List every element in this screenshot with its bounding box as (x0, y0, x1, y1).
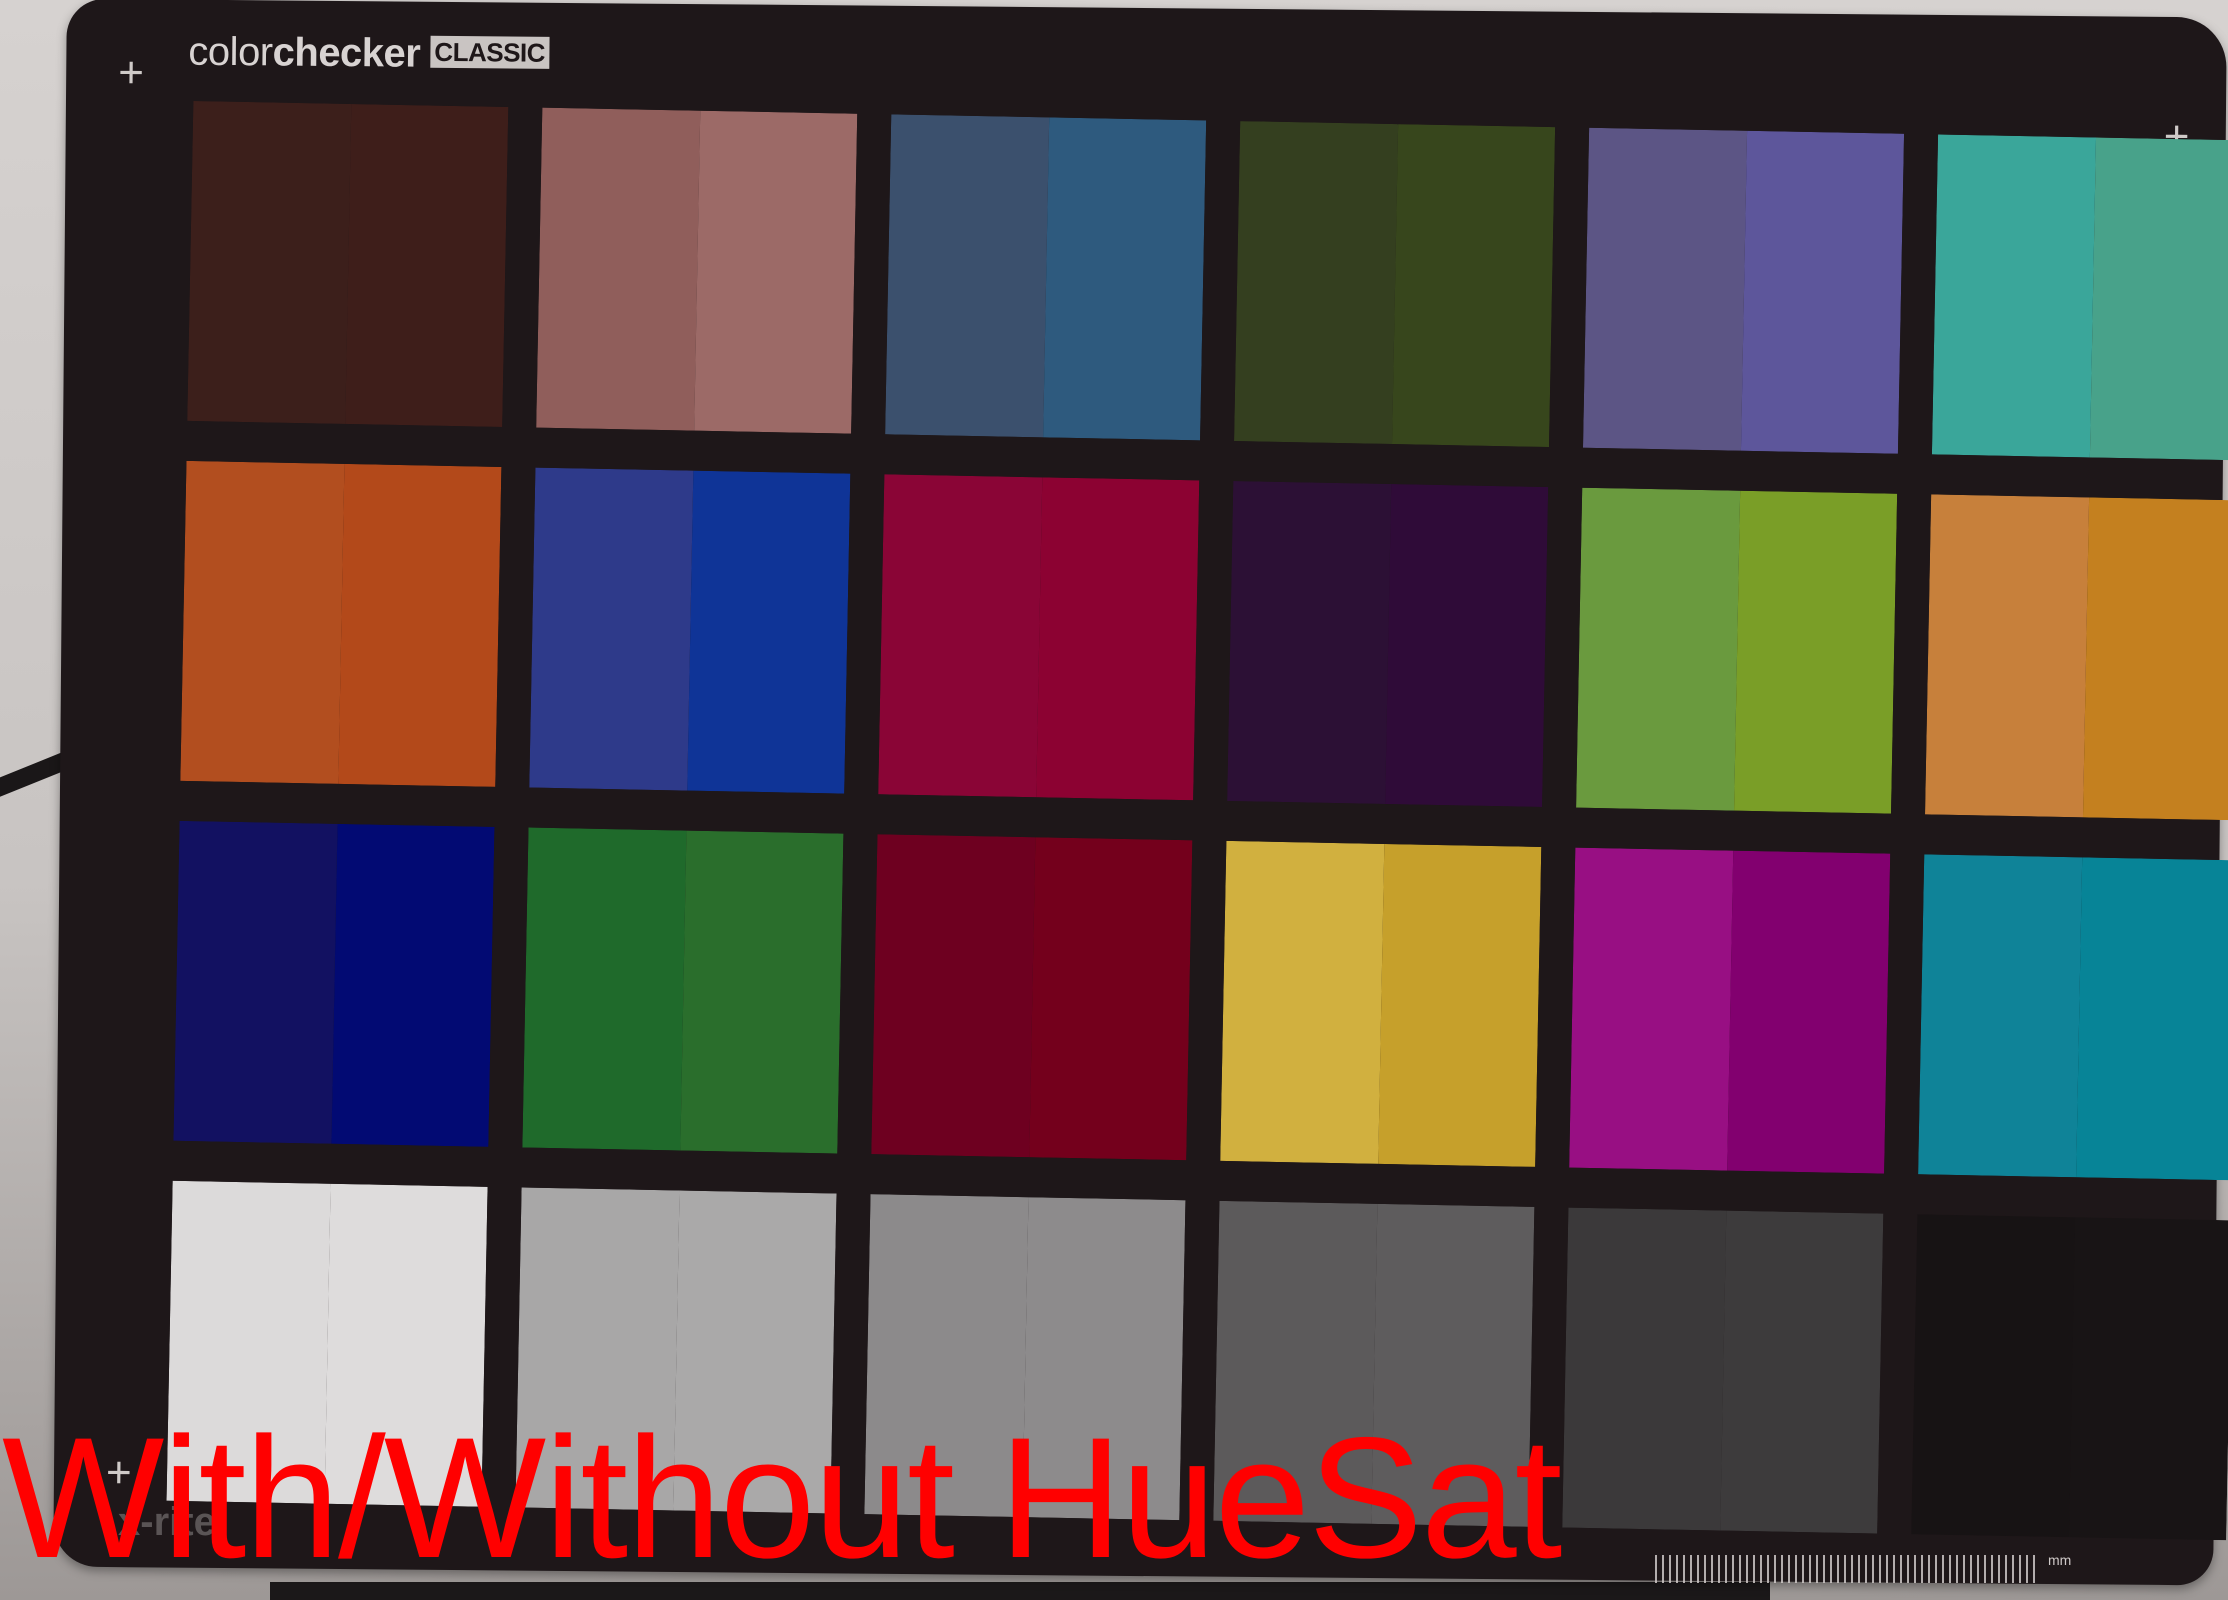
patch-half-right (1028, 837, 1193, 1161)
patch-dark-skin (187, 100, 509, 427)
patch-half-left (187, 100, 351, 424)
patch-half-left (878, 474, 1042, 798)
patch-half-right (337, 463, 502, 787)
patch-half-right (1391, 124, 1556, 448)
patch-half-left (885, 114, 1049, 438)
patch-half-left (180, 460, 344, 784)
patch-neutral-3-5 (1562, 1207, 1884, 1534)
patch-half-right (1042, 117, 1207, 441)
photo-scene: colorcheckerCLASSIC + + + + x-rite mm Wi… (0, 0, 2228, 1600)
patch-moderate-red (878, 474, 1200, 801)
patch-black (1911, 1214, 2228, 1541)
patch-half-left (522, 827, 686, 1151)
patch-half-left (536, 107, 700, 431)
patch-half-left (871, 834, 1035, 1158)
patch-half-left (1576, 487, 1740, 811)
patch-half-right (1726, 850, 1891, 1174)
patch-yellow-green (1576, 487, 1898, 814)
patch-half-right (1733, 490, 1898, 814)
patch-half-left (1918, 854, 2082, 1178)
patch-half-right (1035, 477, 1200, 801)
patch-half-left (1227, 480, 1391, 804)
patch-yellow (1220, 840, 1542, 1167)
patch-bluish-green (1931, 134, 2228, 461)
colorchecker-card: colorcheckerCLASSIC + + + + (53, 0, 2228, 1586)
patch-half-left (1925, 494, 2089, 818)
logo-bold-text: checker (272, 30, 421, 76)
patch-foliage (1234, 121, 1556, 448)
patch-half-left (1220, 840, 1384, 1164)
patch-blue-flower (1582, 127, 1905, 454)
patch-half-left (1582, 127, 1747, 451)
patch-half-right (1384, 484, 1549, 807)
patch-magenta (1569, 847, 1891, 1174)
color-patch-grid (166, 100, 2228, 1541)
patch-half-right (2089, 137, 2228, 461)
patch-blue (173, 820, 495, 1147)
patch-green (522, 827, 844, 1154)
patch-half-right (1377, 843, 1542, 1167)
patch-half-left (1911, 1214, 2075, 1538)
patch-half-right (2068, 1217, 2228, 1541)
patch-half-right (2082, 497, 2228, 821)
patch-half-right (330, 823, 495, 1147)
ruler-unit-label: mm (2048, 1552, 2072, 1568)
overlay-caption: With/Without HueSat (2, 1402, 1562, 1594)
colorchecker-logo: colorchecker CLASSIC (188, 29, 550, 78)
patch-orange-yellow (1925, 494, 2228, 821)
patch-half-right (2075, 857, 2228, 1181)
patch-red (871, 834, 1193, 1161)
patch-half-right (344, 103, 509, 427)
patch-cyan (1918, 854, 2228, 1181)
patch-purplish-blue (529, 467, 851, 794)
patch-half-right (693, 110, 858, 434)
patch-half-right (1740, 130, 1905, 454)
patch-half-left (529, 467, 693, 791)
patch-blue-sky (885, 114, 1207, 441)
logo-light-text: color (188, 29, 273, 75)
registration-mark-top-left: + (118, 48, 145, 98)
patch-half-left (173, 820, 338, 1144)
patch-orange (180, 460, 502, 787)
patch-half-right (1719, 1210, 1884, 1534)
logo-badge: CLASSIC (430, 35, 550, 69)
patch-half-left (1931, 134, 2096, 458)
patch-half-left (1569, 847, 1733, 1171)
patch-half-right (679, 830, 844, 1154)
patch-half-left (1562, 1207, 1726, 1531)
mm-ruler (1655, 1555, 2035, 1583)
patch-purple (1227, 480, 1549, 807)
patch-half-right (686, 470, 851, 794)
patch-half-left (1234, 121, 1398, 445)
patch-light-skin (536, 107, 858, 434)
